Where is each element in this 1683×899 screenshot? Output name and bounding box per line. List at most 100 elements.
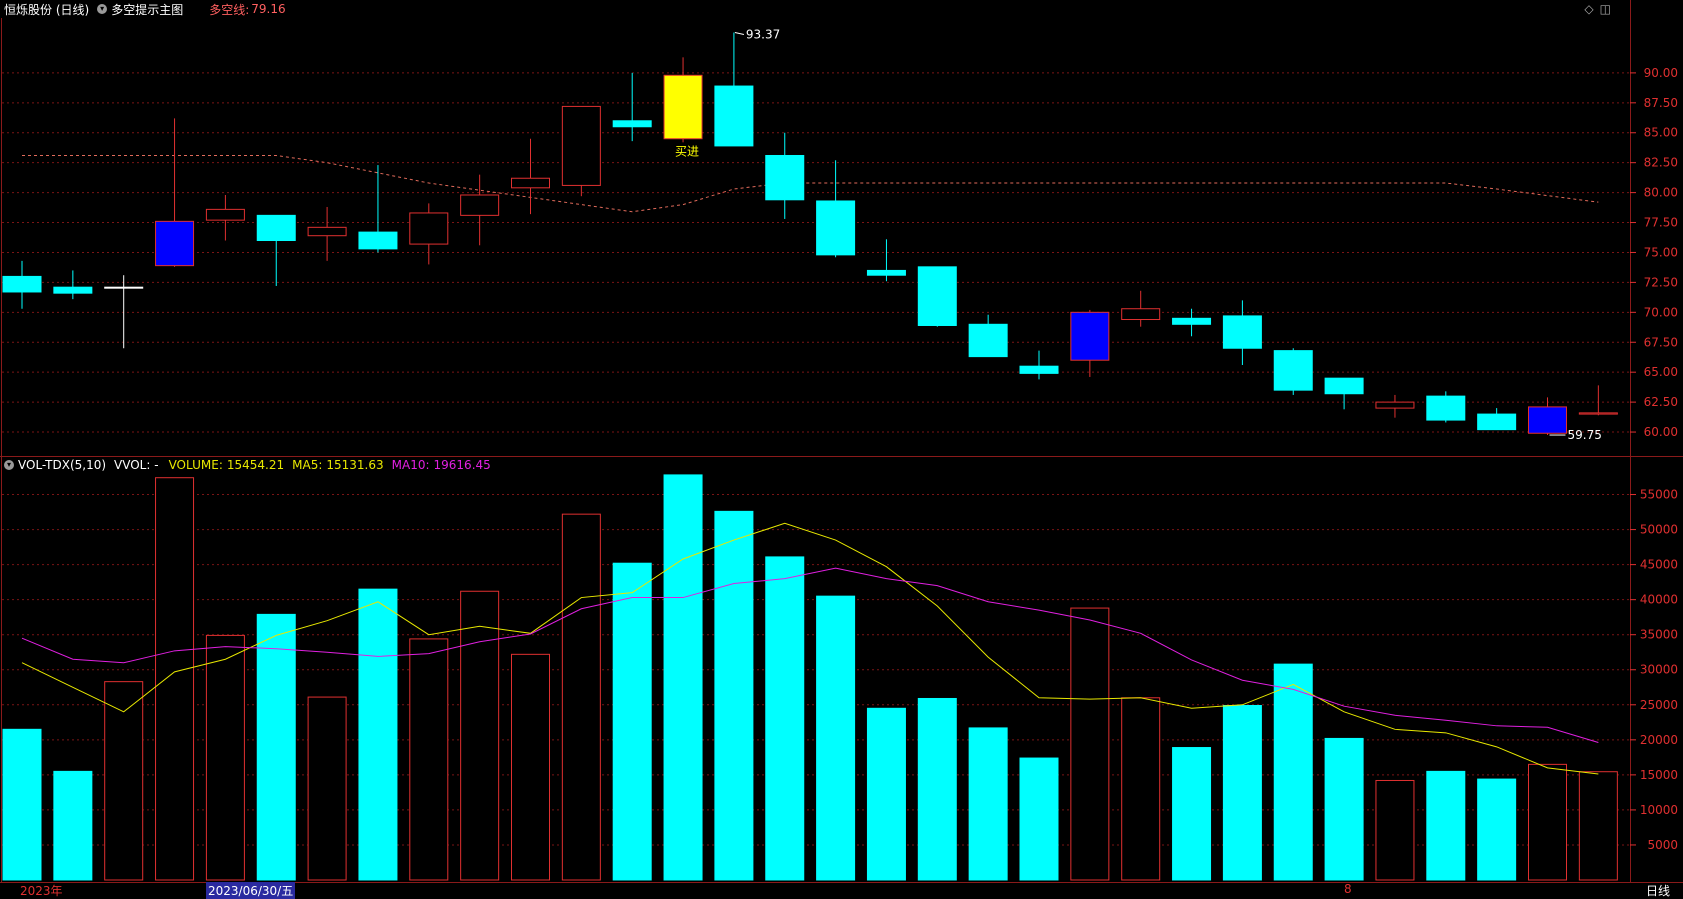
candle-body (2, 275, 42, 293)
price-tick-label: 67.50 (1644, 335, 1678, 349)
candlestick[interactable] (968, 314, 1008, 358)
candlestick[interactable] (409, 203, 449, 265)
candlestick[interactable] (104, 275, 144, 349)
price-tick-label: 82.50 (1644, 156, 1678, 170)
volume-bar (1375, 779, 1415, 881)
price-tick-label: 85.00 (1644, 126, 1678, 140)
candlestick[interactable] (714, 32, 754, 147)
candle-body (155, 220, 195, 267)
candlestick[interactable] (663, 57, 703, 143)
candle-body (1070, 311, 1110, 361)
volume-bar (460, 590, 500, 881)
volume-bar (968, 727, 1008, 881)
candle-body (1324, 377, 1364, 395)
volume-bar (1019, 757, 1059, 881)
candlestick[interactable] (816, 160, 856, 258)
volume-bar (1426, 770, 1466, 881)
volume-bar (53, 770, 93, 881)
price-tick-label: 72.50 (1644, 275, 1678, 289)
price-tick-label: 90.00 (1644, 66, 1678, 80)
volume-tick-label: 45000 (1640, 558, 1678, 572)
volume-bar (1273, 663, 1313, 881)
volume-bar (612, 562, 652, 881)
volume-bar (256, 613, 296, 881)
period-label[interactable]: 日线 (1646, 882, 1670, 899)
candlestick[interactable] (1070, 309, 1110, 377)
price-tick-label: 77.50 (1644, 216, 1678, 230)
volume-tick-label: 35000 (1640, 628, 1678, 642)
volume-bar (1477, 778, 1517, 881)
candle-body (358, 231, 398, 250)
candle-body (1121, 308, 1161, 321)
volume-tick-label: 50000 (1640, 523, 1678, 537)
candlestick[interactable] (1172, 308, 1212, 337)
candlestick[interactable] (866, 239, 906, 282)
volume-bar (155, 477, 195, 881)
candlestick[interactable] (256, 214, 296, 286)
volume-bar (663, 474, 703, 881)
candlestick[interactable] (1121, 290, 1161, 327)
candlestick[interactable] (917, 266, 957, 327)
volume-tick-label: 10000 (1640, 803, 1678, 817)
candlestick[interactable] (511, 138, 550, 215)
candlestick[interactable] (53, 270, 93, 300)
volume-bar (1121, 697, 1161, 881)
price-tick-label: 62.50 (1644, 395, 1678, 409)
candle-body (460, 194, 500, 216)
candlestick[interactable] (1222, 300, 1262, 365)
volume-bar (866, 707, 906, 881)
volume-bar (917, 697, 957, 881)
candle-body (1528, 406, 1567, 434)
candle-body (1477, 413, 1517, 431)
candle-body (714, 85, 754, 147)
high-pointer (734, 32, 745, 36)
candlestick[interactable] (1019, 350, 1059, 380)
volume-bar (1070, 607, 1110, 881)
candle-body (612, 120, 652, 128)
price-tick-label: 80.00 (1644, 186, 1678, 200)
candle-body (1578, 412, 1618, 415)
volume-bar (1528, 763, 1567, 881)
buy-signal-label: 买进 (675, 144, 699, 158)
candle-body (765, 154, 805, 201)
price-tick-label: 60.00 (1644, 425, 1678, 439)
candle-body (561, 105, 601, 186)
candlestick[interactable] (1528, 397, 1567, 436)
candlestick[interactable] (1273, 348, 1313, 395)
candlestick[interactable] (358, 165, 398, 253)
candlestick[interactable] (765, 132, 805, 219)
candlestick[interactable] (205, 195, 245, 241)
candlestick[interactable] (1375, 394, 1415, 418)
stock-chart-window: 恒烁股份 (日线) ▾ 多空提示主图 多空线: 79.16 ◇ ◫ ▾ VOL-… (0, 0, 1683, 899)
volume-bar (511, 653, 550, 881)
candlestick[interactable] (460, 174, 500, 246)
candle-body (256, 214, 296, 241)
candlestick[interactable] (1578, 385, 1618, 416)
price-tick-label: 75.00 (1644, 245, 1678, 259)
candle-body (1273, 350, 1313, 391)
candlestick[interactable] (561, 105, 601, 197)
price-tick-label: 65.00 (1644, 365, 1678, 379)
volume-bar (1578, 771, 1618, 881)
high-price-label: 93.37 (746, 28, 780, 42)
volume-bar (1172, 747, 1212, 881)
candlestick[interactable] (2, 260, 42, 309)
volume-tick-label: 55000 (1640, 488, 1678, 502)
cursor-date: 2023/06/30/五 (206, 882, 296, 899)
chart-canvas[interactable]: 60.00 62.50 65.00 67.50 70.00 72.50 75.00 77.50… (0, 0, 1683, 897)
candle-body (511, 177, 550, 189)
volume-tick-label: 40000 (1640, 593, 1678, 607)
candlestick[interactable] (1426, 391, 1466, 423)
volume-bar (409, 638, 449, 881)
candle-body (663, 74, 703, 140)
candlestick[interactable] (612, 72, 652, 142)
volume-tick-label: 30000 (1640, 663, 1678, 677)
candlestick[interactable] (1324, 377, 1364, 410)
volume-bar (205, 634, 245, 881)
candle-body (205, 208, 245, 221)
month-label: 8 (1344, 882, 1352, 896)
volume-tick-label: 5000 (1647, 838, 1678, 852)
volume-tick-label: 15000 (1640, 768, 1678, 782)
candlestick[interactable] (1477, 408, 1517, 431)
volume-bar (561, 513, 601, 881)
